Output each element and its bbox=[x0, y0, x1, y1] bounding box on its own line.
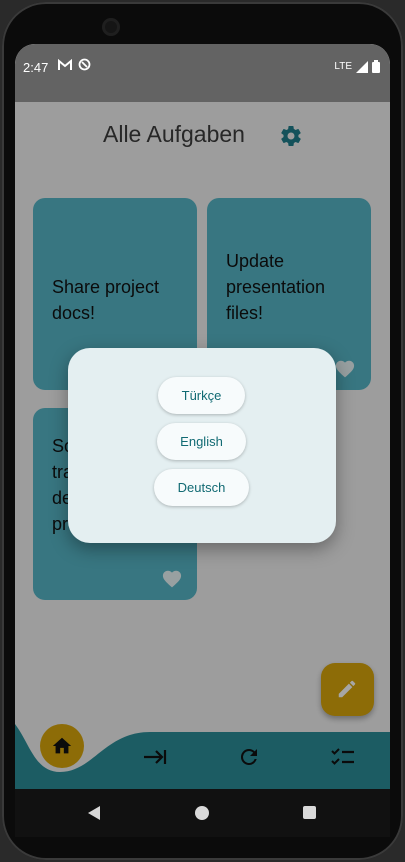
network-label: LTE bbox=[334, 61, 352, 72]
sync-icon bbox=[78, 58, 91, 71]
system-navigation-bar bbox=[15, 789, 390, 837]
language-button-turkish[interactable]: Türkçe bbox=[158, 377, 245, 414]
recents-icon[interactable] bbox=[303, 806, 316, 819]
status-bar: 2:47 LTE bbox=[15, 44, 390, 102]
back-icon[interactable] bbox=[87, 805, 101, 821]
language-button-english[interactable]: English bbox=[157, 423, 246, 460]
status-notification-icons bbox=[58, 58, 91, 71]
battery-icon bbox=[372, 60, 380, 73]
signal-icon bbox=[356, 60, 368, 73]
language-dialog: Türkçe English Deutsch bbox=[68, 348, 336, 543]
home-system-icon[interactable] bbox=[195, 806, 209, 820]
front-camera bbox=[102, 18, 120, 36]
status-system-icons: LTE bbox=[334, 60, 380, 73]
app-screen: 2:47 LTE Alle Aufgaben Share project doc… bbox=[15, 44, 390, 789]
language-button-german[interactable]: Deutsch bbox=[154, 469, 249, 506]
status-time: 2:47 bbox=[23, 60, 49, 75]
gmail-icon bbox=[58, 58, 72, 70]
